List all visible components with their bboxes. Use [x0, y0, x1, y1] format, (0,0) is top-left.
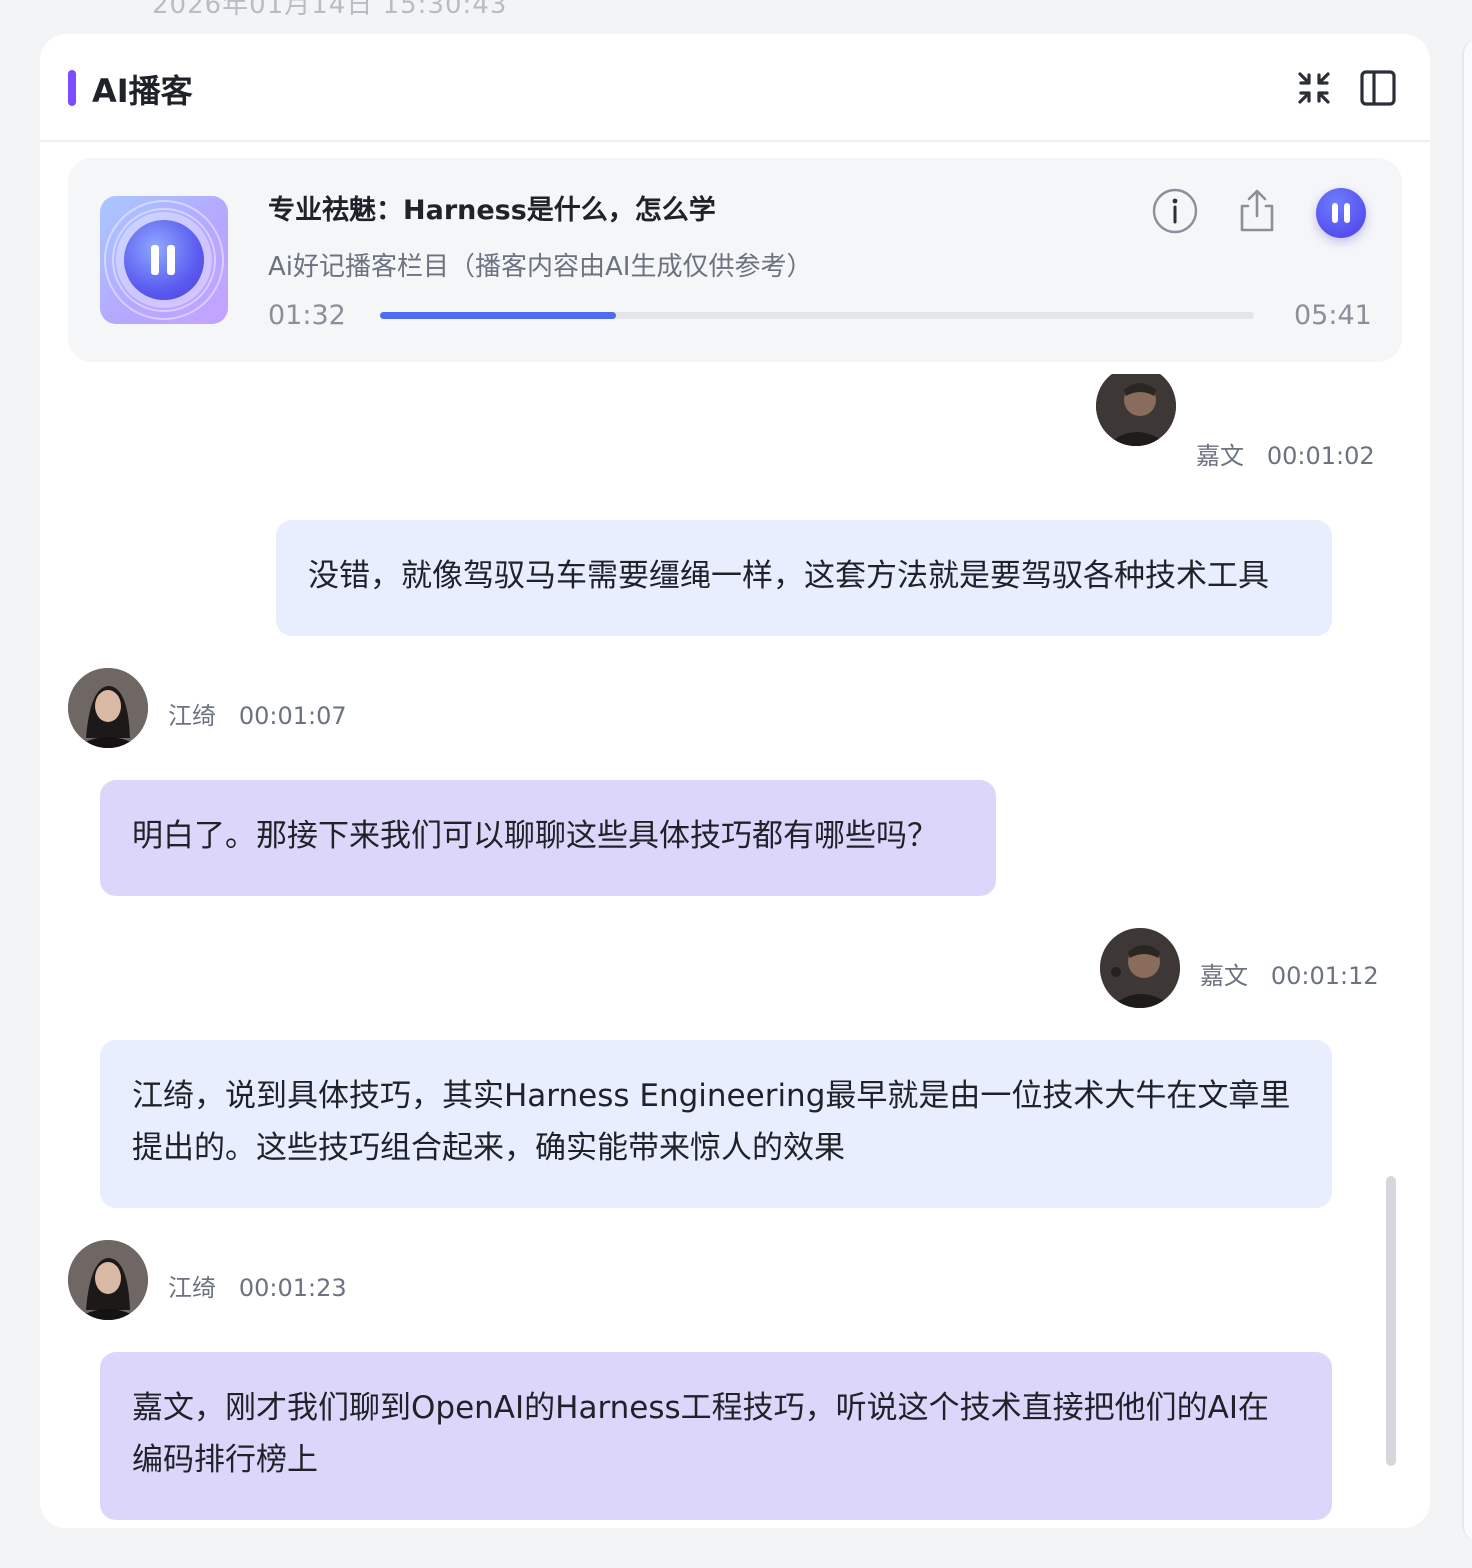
episode-title: 专业祛魅：Harness是什么，怎么学	[268, 195, 716, 226]
podcast-cover[interactable]	[100, 196, 228, 324]
message-bubble: 没错，就像驾驭马车需要缰绳一样，这套方法就是要驾驭各种技术工具	[276, 520, 1332, 636]
pause-icon	[1332, 203, 1350, 223]
pause-icon	[151, 245, 175, 275]
top-date: 2026年01月14日 15:30:43	[152, 0, 508, 20]
message-bubble: 江绮，说到具体技巧，其实Harness Engineering最早就是由一位技术…	[100, 1040, 1332, 1208]
message-bubble: 明白了。那接下来我们可以聊聊这些具体技巧都有哪些吗？	[100, 780, 996, 896]
speaker-line: 江绮 00:01:23	[168, 1268, 347, 1303]
transcript-list[interactable]: 嘉文 00:01:02 没错，就像驾驭马车需要缰绳一样，这套方法就是要驾驭各种技…	[40, 374, 1430, 1528]
podcast-player: 专业祛魅：Harness是什么，怎么学 Ai好记播客栏目（播客内容由AI生成仅供…	[68, 158, 1402, 362]
adjacent-panel-edge	[1462, 40, 1472, 1540]
current-time: 01:32	[268, 300, 346, 331]
cover-pause-button[interactable]	[124, 220, 204, 300]
avatar-jiawen	[1096, 374, 1176, 446]
title-accent-bar	[68, 70, 76, 106]
speaker-name: 嘉文	[1196, 442, 1244, 470]
avatar-jiawen	[1100, 928, 1180, 1008]
speaker-line: 嘉文 00:01:12	[1200, 956, 1379, 991]
progress-bar[interactable]	[380, 312, 1254, 319]
pause-button[interactable]	[1316, 188, 1366, 238]
message-bubble: 嘉文，刚才我们聊到OpenAI的Harness工程技巧，听说这个技术直接把他们的…	[100, 1352, 1332, 1520]
info-icon[interactable]	[1150, 186, 1200, 236]
ai-podcast-panel: AI播客 专业祛魅：Harness是什么，怎么学 Ai好记播客栏目（播客内容由A…	[40, 34, 1430, 1528]
episode-subtitle: Ai好记播客栏目（播客内容由AI生成仅供参考）	[268, 252, 813, 282]
collapse-arrows-icon[interactable]	[1294, 68, 1334, 108]
speaker-time: 00:01:07	[238, 702, 347, 730]
scrollbar-thumb[interactable]	[1386, 1176, 1396, 1466]
total-time: 05:41	[1294, 300, 1372, 331]
sidebar-panel-icon[interactable]	[1358, 68, 1398, 108]
speaker-time: 00:01:23	[238, 1274, 347, 1302]
speaker-line: 嘉文 00:01:02	[1196, 436, 1375, 471]
panel-header: AI播客	[40, 34, 1430, 142]
speaker-line: 江绮 00:01:07	[168, 696, 347, 731]
speaker-time: 00:01:02	[1266, 442, 1375, 470]
panel-title: AI播客	[92, 72, 193, 110]
speaker-name: 嘉文	[1200, 962, 1248, 990]
speaker-name: 江绮	[168, 702, 216, 730]
share-icon[interactable]	[1232, 186, 1282, 236]
avatar-jiangqi	[68, 668, 148, 748]
speaker-time: 00:01:12	[1270, 962, 1379, 990]
progress-fill	[380, 312, 616, 319]
avatar-jiangqi	[68, 1240, 148, 1320]
speaker-name: 江绮	[168, 1274, 216, 1302]
